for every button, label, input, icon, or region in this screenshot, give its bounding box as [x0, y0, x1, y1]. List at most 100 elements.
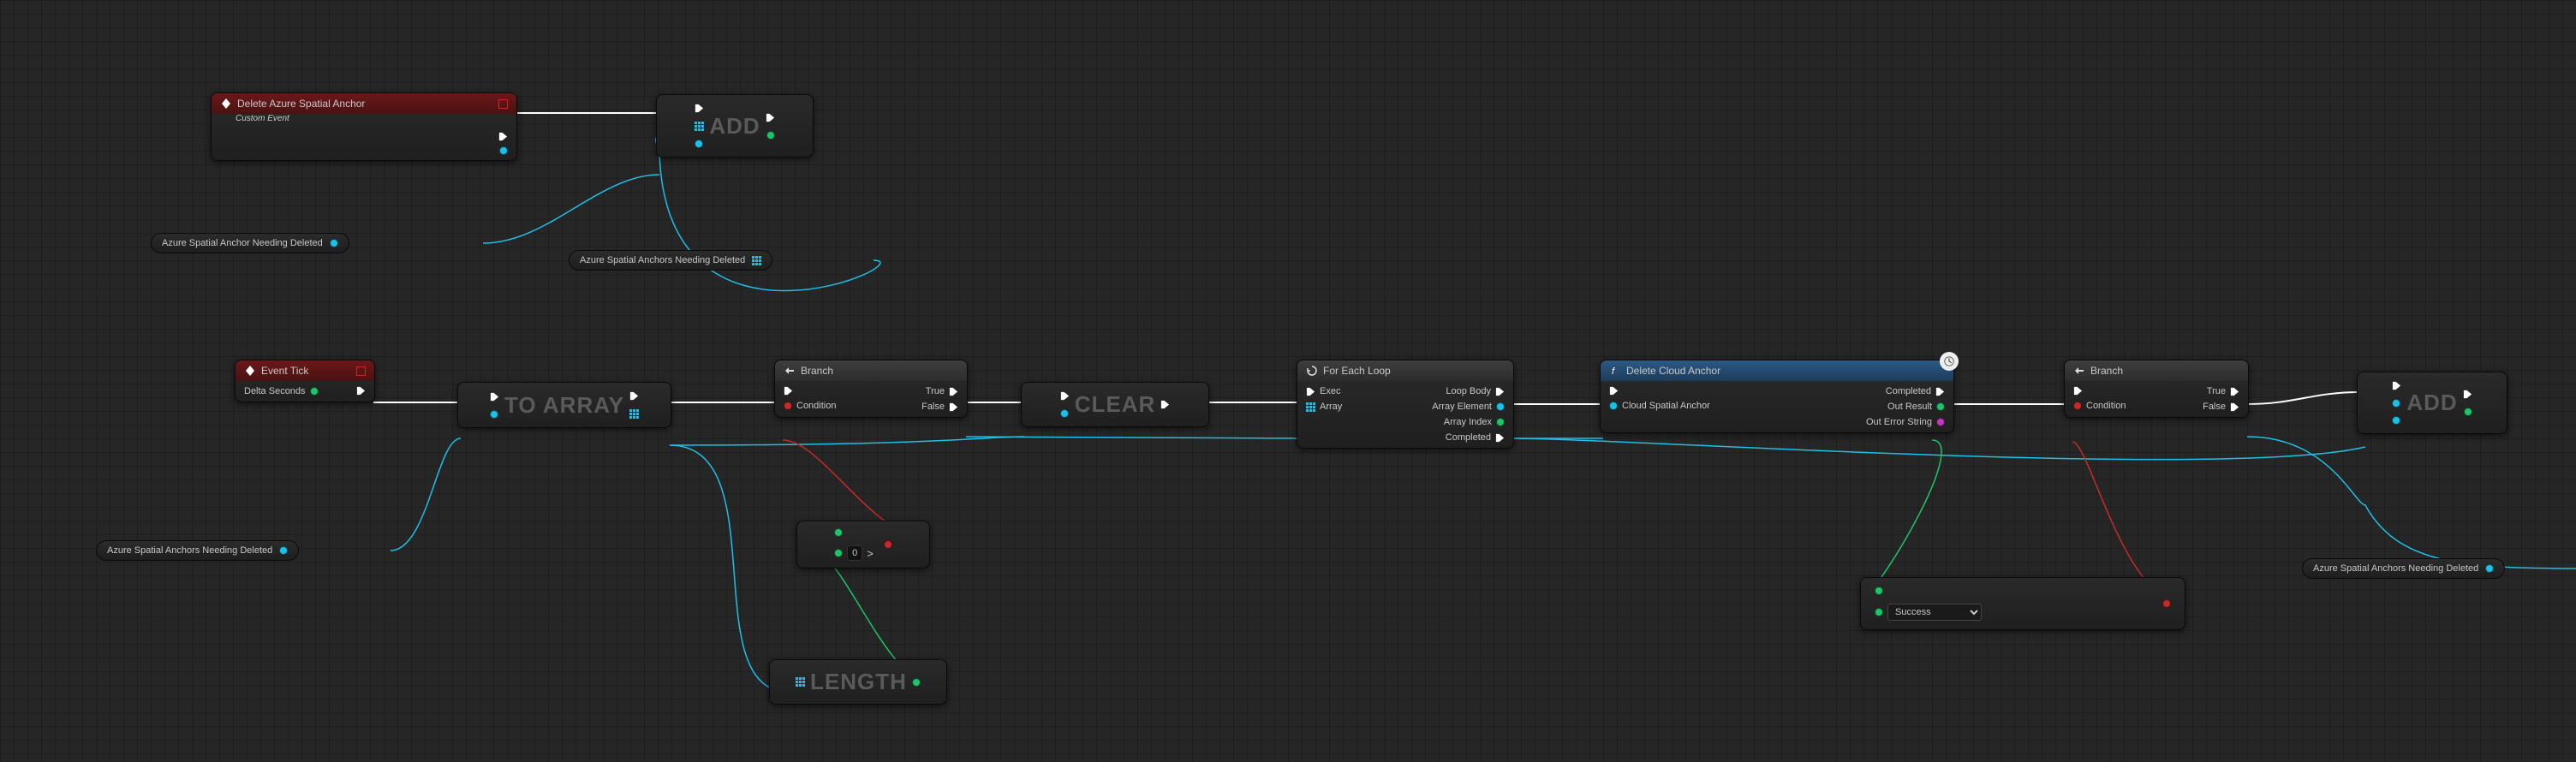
out-error-pin[interactable]: Out Error String: [1866, 417, 1945, 427]
array-pin[interactable]: Array: [1306, 402, 1342, 412]
output-pin[interactable]: [498, 146, 508, 155]
false-pin[interactable]: False: [921, 402, 958, 412]
set-pin[interactable]: [490, 410, 498, 419]
variable-get-anchors-needing-deleted-2[interactable]: Azure Spatial Anchors Needing Deleted: [96, 540, 299, 561]
svg-text:f: f: [1612, 366, 1615, 377]
b-pin[interactable]: Success: [1875, 604, 1982, 621]
exec-out-pin[interactable]: [2463, 390, 2472, 399]
node-label: TO ARRAY: [504, 392, 624, 419]
function-icon: f: [1609, 365, 1621, 377]
variable-get-anchors-needing-deleted-3[interactable]: Azure Spatial Anchors Needing Deleted: [2302, 558, 2505, 579]
exec-out-pin[interactable]: [629, 391, 639, 401]
true-pin[interactable]: True: [921, 386, 958, 396]
variable-get-anchors-needing-deleted-1[interactable]: Azure Spatial Anchors Needing Deleted: [569, 250, 772, 271]
item-pin[interactable]: [2392, 416, 2400, 425]
node-event-tick[interactable]: Event Tick Delta Seconds: [235, 360, 375, 402]
output-pin[interactable]: [279, 546, 288, 555]
item-pin[interactable]: [695, 140, 703, 148]
out-pin[interactable]: [884, 540, 892, 549]
node-header: Event Tick: [236, 360, 374, 381]
loop-icon: [1306, 365, 1318, 377]
delta-seconds-pin[interactable]: Delta Seconds: [244, 386, 319, 396]
node-label: CLEAR: [1075, 391, 1156, 418]
node-header: Branch: [2065, 360, 2248, 381]
output-pin[interactable]: [752, 256, 761, 265]
exec-in-pin[interactable]: [490, 392, 499, 402]
completed-pin[interactable]: Completed: [1432, 432, 1505, 443]
variable-get-anchor-needing-deleted[interactable]: Azure Spatial Anchor Needing Deleted: [151, 233, 349, 253]
node-title: Event Tick: [261, 365, 308, 377]
node-label: LENGTH: [810, 669, 907, 695]
out-pin[interactable]: [2162, 599, 2171, 608]
array-index-pin[interactable]: Array Index: [1432, 417, 1505, 427]
node-delete-cloud-anchor[interactable]: f Delete Cloud Anchor Cloud Spatial Anch…: [1600, 360, 1954, 433]
exec-out-pin[interactable]: [498, 132, 508, 141]
b-pin[interactable]: 0>: [834, 545, 874, 561]
node-branch-1[interactable]: Branch Condition True False: [774, 360, 968, 418]
array-pin[interactable]: [796, 677, 805, 687]
exec-in-pin[interactable]: [695, 104, 704, 113]
event-icon: [244, 365, 256, 377]
variable-label: Azure Spatial Anchors Needing Deleted: [107, 545, 272, 556]
completed-pin[interactable]: Completed: [1866, 386, 1945, 396]
node-array-add-2[interactable]: ADD: [2357, 372, 2507, 434]
index-out-pin[interactable]: [2464, 408, 2472, 416]
output-pin[interactable]: [2485, 564, 2494, 573]
node-custom-event[interactable]: Delete Azure Spatial Anchor Custom Event: [211, 92, 517, 161]
node-subtitle: Custom Event: [212, 114, 516, 127]
node-title: Delete Azure Spatial Anchor: [237, 98, 365, 110]
node-for-each-loop[interactable]: For Each Loop Exec Array Loop Body Array…: [1297, 360, 1514, 449]
event-icon: [220, 98, 232, 110]
out-result-pin[interactable]: Out Result: [1866, 402, 1945, 412]
array-element-pin[interactable]: Array Element: [1432, 402, 1505, 412]
a-pin[interactable]: [1875, 586, 1982, 595]
node-title: Branch: [801, 365, 833, 377]
node-array-add[interactable]: ADD: [656, 94, 814, 158]
array-out-pin[interactable]: [629, 409, 639, 419]
array-pin[interactable]: [2392, 399, 2400, 408]
exec-out-pin[interactable]: [1160, 400, 1170, 409]
exec-out-pin[interactable]: [356, 386, 366, 396]
index-out-pin[interactable]: [766, 131, 775, 140]
node-header: Delete Azure Spatial Anchor: [212, 93, 516, 114]
branch-icon: [2073, 365, 2085, 377]
exec-in-pin[interactable]: [784, 386, 836, 396]
node-array-length[interactable]: LENGTH: [769, 659, 947, 705]
delegate-pin[interactable]: [498, 99, 508, 109]
delegate-pin[interactable]: [356, 366, 366, 376]
loop-body-pin[interactable]: Loop Body: [1432, 386, 1505, 396]
exec-in-pin[interactable]: [2392, 381, 2401, 390]
cloud-spatial-anchor-pin[interactable]: Cloud Spatial Anchor: [1609, 401, 1710, 411]
node-header: f Delete Cloud Anchor: [1601, 360, 1953, 381]
node-array-clear[interactable]: CLEAR: [1021, 382, 1209, 427]
exec-in-pin[interactable]: Exec: [1306, 386, 1342, 396]
node-enum-equals[interactable]: Success: [1860, 577, 2185, 630]
condition-pin[interactable]: Condition: [2073, 401, 2126, 411]
node-greater-than[interactable]: 0>: [796, 521, 930, 569]
a-pin[interactable]: [834, 528, 843, 537]
false-pin[interactable]: False: [2203, 402, 2239, 412]
exec-in-pin[interactable]: [1609, 386, 1710, 396]
exec-in-pin[interactable]: [1060, 391, 1070, 401]
node-branch-2[interactable]: Branch Condition True False: [2064, 360, 2249, 418]
array-pin[interactable]: [1060, 409, 1069, 418]
array-pin[interactable]: [695, 122, 704, 131]
exec-in-pin[interactable]: [2073, 386, 2126, 396]
latent-icon: [1940, 352, 1959, 371]
branch-icon: [784, 365, 796, 377]
node-label: ADD: [2406, 390, 2457, 416]
node-title: Delete Cloud Anchor: [1626, 365, 1720, 377]
true-pin[interactable]: True: [2203, 386, 2239, 396]
exec-out-pin[interactable]: [766, 113, 775, 122]
variable-label: Azure Spatial Anchors Needing Deleted: [580, 255, 745, 265]
output-pin[interactable]: [330, 239, 338, 247]
node-header: Branch: [775, 360, 967, 381]
node-title: For Each Loop: [1323, 365, 1391, 377]
length-out-pin[interactable]: [912, 678, 921, 687]
node-label: ADD: [709, 113, 760, 140]
node-header: For Each Loop: [1297, 360, 1513, 381]
condition-pin[interactable]: Condition: [784, 401, 836, 411]
enum-select[interactable]: Success: [1887, 604, 1982, 621]
node-to-array[interactable]: TO ARRAY: [457, 382, 671, 428]
variable-label: Azure Spatial Anchor Needing Deleted: [162, 238, 323, 248]
